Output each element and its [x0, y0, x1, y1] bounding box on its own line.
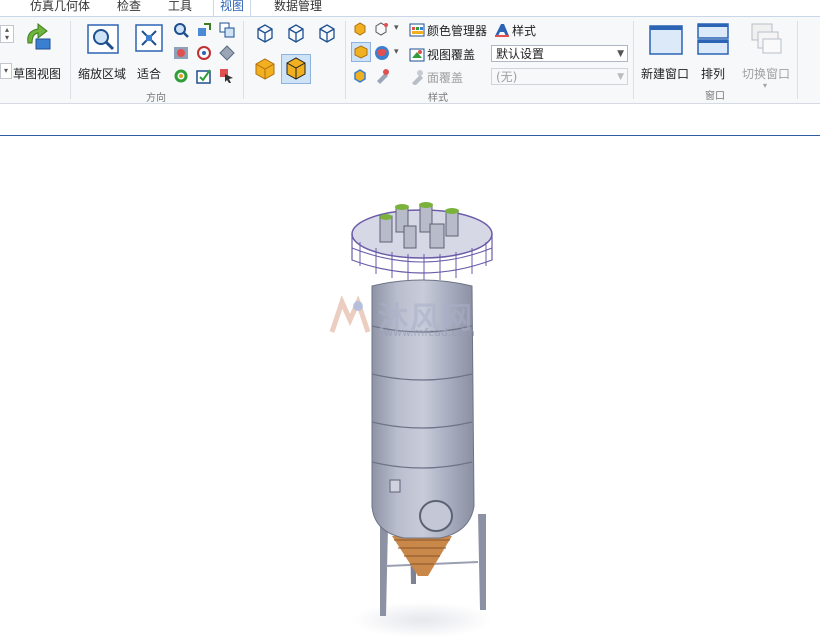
arrange-icon[interactable]	[697, 23, 729, 55]
nozzle-flange	[419, 202, 433, 208]
fit-icon[interactable]	[134, 23, 164, 53]
style-button[interactable]: 样式	[512, 22, 536, 39]
look-at-icon[interactable]	[219, 45, 235, 61]
nozzle-flange	[380, 214, 392, 220]
tab-data-management[interactable]: 数据管理	[274, 0, 322, 14]
globe-icon[interactable]	[374, 45, 390, 61]
zoom-icon[interactable]	[173, 22, 189, 38]
face-overlay-combo-value: (无)	[496, 70, 518, 84]
ribbon-view: ▴ ▾ ▾ 草图视图 缩放区域 适合 方向 ▾ ▾ 颜色管理器 样式 视图覆盖 …	[0, 16, 820, 104]
chevron-down-icon: ▼	[617, 72, 624, 82]
spinner-control[interactable]: ▴ ▾	[0, 25, 14, 43]
watermark-url: www.mfcad.com	[384, 326, 475, 339]
previous-view-icon[interactable]	[173, 45, 189, 61]
color-manager-button[interactable]: 颜色管理器	[427, 22, 487, 39]
rotate-icon[interactable]	[196, 22, 212, 38]
zoom-area-icon[interactable]	[86, 23, 120, 55]
lighting-icon	[354, 45, 368, 59]
nozzle-flange	[395, 204, 409, 210]
hidden-edges-cube-icon[interactable]	[286, 23, 306, 43]
ground-shadow	[352, 602, 492, 638]
style-combo-value: 默认设置	[496, 47, 545, 61]
watermark-logo-icon	[329, 295, 371, 333]
nozzle	[429, 223, 445, 249]
fit-button[interactable]: 适合	[137, 65, 161, 82]
switch-window-dropdown-icon: ▾	[763, 81, 768, 90]
sketch-view-icon[interactable]	[22, 21, 54, 53]
switch-window-button: 切换窗口	[742, 67, 791, 81]
chevron-down-icon: ▼	[617, 49, 624, 59]
ribbon-tab-bar: 仿真几何体 检查 工具 视图 数据管理	[0, 0, 820, 16]
view-overlay-button[interactable]: 视图覆盖	[427, 46, 475, 63]
arrange-button[interactable]: 排列	[701, 65, 725, 82]
watermark-logo	[328, 295, 372, 339]
new-window-icon[interactable]	[649, 25, 683, 55]
wireframe-cube-icon[interactable]	[255, 23, 275, 43]
window-group-label: 窗口	[705, 91, 725, 102]
switch-window-icon	[751, 23, 782, 54]
face-overlay-icon	[412, 70, 423, 85]
globe-dropdown-icon[interactable]: ▾	[394, 47, 399, 57]
perspective-icon[interactable]	[374, 22, 390, 36]
face-overlay-combo: (无) ▼	[491, 68, 628, 85]
style-group-label: 样式	[428, 93, 448, 104]
tab-view[interactable]: 视图	[213, 0, 252, 16]
dropdown-arrow-icon[interactable]: ▾	[0, 63, 12, 79]
shaded-with-edges-button[interactable]	[281, 54, 311, 84]
paint-icon[interactable]	[374, 68, 390, 84]
spin-about-icon[interactable]	[196, 45, 212, 61]
manhole	[419, 500, 453, 532]
perspective-dropdown-icon[interactable]: ▾	[394, 23, 399, 33]
style-combo[interactable]: 默认设置 ▼	[491, 45, 628, 62]
support-leg-left	[380, 526, 388, 616]
new-window-button[interactable]: 新建窗口	[641, 65, 689, 82]
nozzle-flange	[445, 208, 459, 214]
graphics-viewport[interactable]: 沐风网 www.mfcad.com	[0, 136, 820, 638]
tab-simulation-geometry[interactable]: 仿真几何体	[30, 0, 90, 14]
orient-view-icon[interactable]	[173, 68, 189, 84]
orientation-group-label: 方向	[146, 93, 166, 104]
named-views-icon[interactable]	[196, 68, 212, 84]
sketch-view-button[interactable]: 草图视图	[13, 65, 61, 82]
style-icon[interactable]	[494, 23, 510, 37]
reflection-icon[interactable]	[353, 69, 367, 83]
face-overlay-button: 面覆盖	[427, 71, 464, 85]
view-overlay-icon[interactable]	[409, 46, 425, 62]
nozzle	[403, 225, 417, 249]
tab-inspect[interactable]: 检查	[117, 0, 141, 14]
shading-icon[interactable]	[353, 22, 367, 36]
shaded-cube-icon[interactable]	[253, 57, 277, 81]
pan-icon[interactable]	[219, 22, 235, 38]
nameplate	[389, 479, 401, 493]
lighting-button[interactable]	[351, 42, 371, 62]
select-view-icon[interactable]	[219, 68, 235, 84]
tab-tools[interactable]: 工具	[168, 0, 192, 14]
support-leg-right	[478, 514, 486, 610]
color-manager-icon[interactable]	[409, 23, 425, 37]
tank-model-render	[351, 202, 493, 638]
visible-edges-cube-icon[interactable]	[317, 23, 337, 43]
shaded-edges-cube-icon	[286, 57, 306, 80]
zoom-area-button[interactable]: 缩放区域	[78, 65, 126, 82]
